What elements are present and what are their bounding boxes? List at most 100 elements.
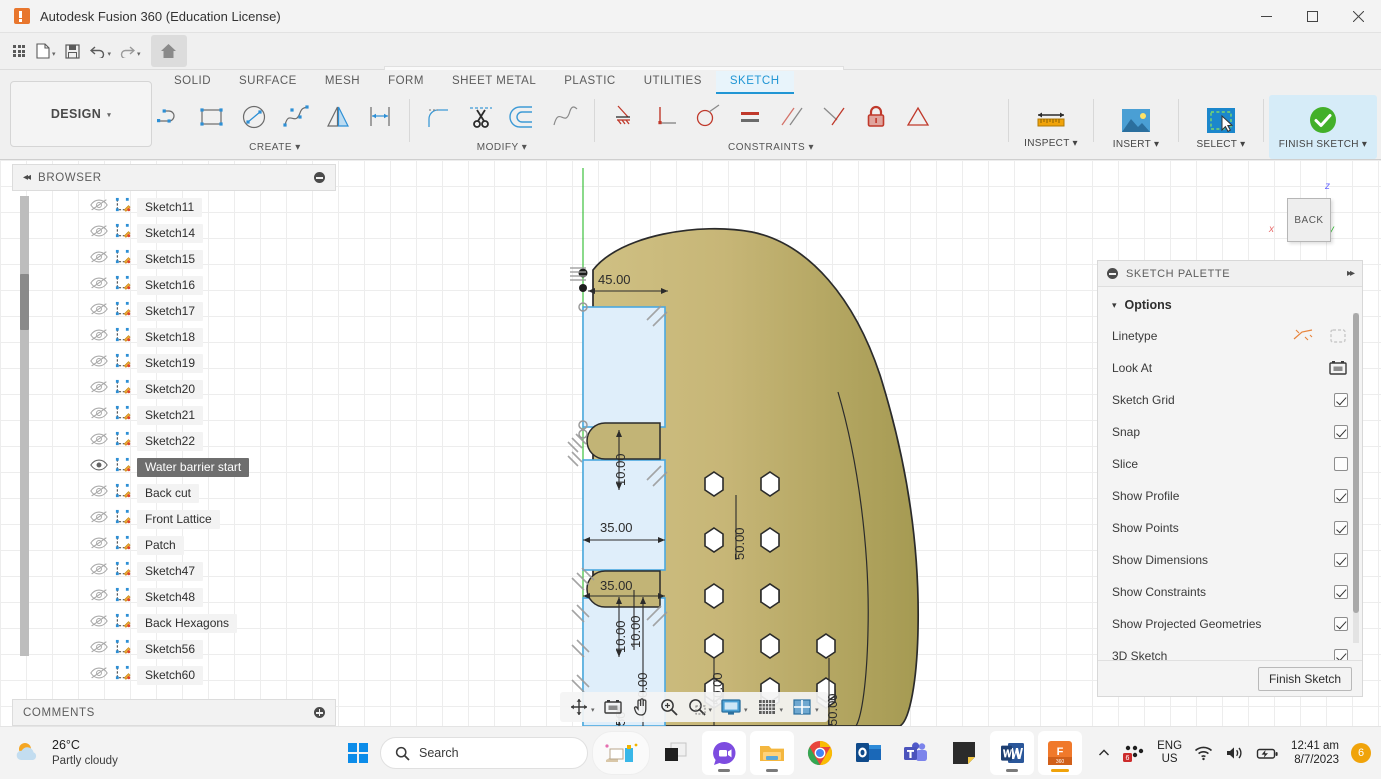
tab-sheet-metal[interactable]: SHEET METAL bbox=[438, 71, 550, 94]
redo-icon[interactable]: ▾ bbox=[115, 36, 145, 66]
visibility-off-icon[interactable] bbox=[90, 562, 108, 581]
sketch-palette-expand-icon[interactable]: ▸▸ bbox=[1347, 268, 1353, 279]
palette-row-look-at[interactable]: Look At bbox=[1098, 352, 1362, 384]
spline-tool-icon[interactable] bbox=[276, 96, 316, 138]
palette-row-control[interactable] bbox=[1292, 327, 1348, 345]
checkbox[interactable] bbox=[1334, 649, 1348, 660]
checkbox[interactable] bbox=[1334, 393, 1348, 407]
sketch-palette-header[interactable]: SKETCH PALETTE ▸▸ bbox=[1098, 261, 1362, 287]
palette-row-show-dimensions[interactable]: Show Dimensions bbox=[1098, 544, 1362, 576]
palette-row-slice[interactable]: Slice bbox=[1098, 448, 1362, 480]
wifi-icon[interactable] bbox=[1194, 745, 1213, 761]
new-document-caret[interactable]: ▾ bbox=[52, 50, 56, 58]
viewports-caret-icon[interactable]: ▾ bbox=[815, 706, 819, 714]
palette-row-show-constraints[interactable]: Show Constraints bbox=[1098, 576, 1362, 608]
browser-item-sketch20[interactable]: Sketch20 bbox=[90, 376, 336, 402]
workspace-switcher[interactable]: DESIGN ▾ bbox=[10, 81, 152, 147]
browser-item-sketch16[interactable]: Sketch16 bbox=[90, 272, 336, 298]
palette-row-linetype[interactable]: Linetype bbox=[1098, 320, 1362, 352]
browser-item-sketch15[interactable]: Sketch15 bbox=[90, 246, 336, 272]
visibility-off-icon[interactable] bbox=[90, 432, 108, 451]
visibility-off-icon[interactable] bbox=[90, 536, 108, 555]
browser-item-back-cut[interactable]: Back cut bbox=[90, 480, 336, 506]
new-document-icon[interactable]: ▾ bbox=[32, 36, 60, 66]
finish-sketch-button[interactable]: FINISH SKETCH ▾ bbox=[1269, 95, 1377, 159]
offset-tool-icon[interactable] bbox=[503, 96, 543, 138]
browser-item-sketch60[interactable]: Sketch60 bbox=[90, 662, 336, 688]
finish-sketch-palette-button[interactable]: Finish Sketch bbox=[1258, 667, 1352, 691]
browser-item-sketch19[interactable]: Sketch19 bbox=[90, 350, 336, 376]
checkbox[interactable] bbox=[1334, 553, 1348, 567]
browser-item-sketch14[interactable]: Sketch14 bbox=[90, 220, 336, 246]
equal-constraint-icon[interactable] bbox=[730, 96, 770, 138]
weather-widget[interactable]: 26°C Partly cloudy bbox=[14, 738, 118, 768]
zoom-icon[interactable] bbox=[656, 694, 682, 720]
select-button[interactable]: SELECT ▾ bbox=[1184, 95, 1258, 159]
curvature-tool-icon[interactable] bbox=[545, 96, 585, 138]
visibility-off-icon[interactable] bbox=[90, 354, 108, 373]
battery-charging-icon[interactable] bbox=[1256, 746, 1279, 761]
circle-tool-icon[interactable] bbox=[234, 96, 274, 138]
minimize-button[interactable] bbox=[1243, 0, 1289, 33]
visibility-off-icon[interactable] bbox=[90, 302, 108, 321]
orbit-icon[interactable]: ▾ bbox=[566, 694, 598, 720]
microsoft-teams-icon[interactable] bbox=[894, 731, 938, 775]
palette-row-control[interactable] bbox=[1334, 521, 1348, 535]
mirror-tool-icon[interactable] bbox=[318, 96, 358, 138]
orbit-caret-icon[interactable]: ▾ bbox=[591, 706, 595, 714]
file-explorer-icon[interactable] bbox=[750, 731, 794, 775]
browser-item-water-barrier-start[interactable]: Water barrier start bbox=[90, 454, 336, 480]
checkbox[interactable] bbox=[1334, 457, 1348, 471]
zoom-window-caret-icon[interactable]: ▾ bbox=[709, 706, 713, 714]
grid-snaps-caret-icon[interactable]: ▾ bbox=[780, 706, 784, 714]
app-grid-icon[interactable] bbox=[6, 36, 32, 66]
viewport-canvas[interactable]: 45.00 35.00 35.00 35.00 bbox=[0, 160, 1381, 726]
palette-row-control[interactable] bbox=[1334, 617, 1348, 631]
palette-row-3d-sketch[interactable]: 3D Sketch bbox=[1098, 640, 1362, 660]
grid-snaps-icon[interactable]: ▾ bbox=[753, 694, 787, 720]
tangent-constraint-icon[interactable] bbox=[688, 96, 728, 138]
tab-utilities[interactable]: UTILITIES bbox=[630, 71, 716, 94]
browser-item-sketch18[interactable]: Sketch18 bbox=[90, 324, 336, 350]
browser-header[interactable]: ◂◂ BROWSER bbox=[12, 164, 336, 191]
display-settings-caret-icon[interactable]: ▾ bbox=[744, 706, 748, 714]
zoom-window-icon[interactable]: ▾ bbox=[684, 694, 716, 720]
palette-row-control[interactable] bbox=[1334, 393, 1348, 407]
visibility-off-icon[interactable] bbox=[90, 484, 108, 503]
visibility-off-icon[interactable] bbox=[90, 328, 108, 347]
symmetry-constraint-icon[interactable] bbox=[898, 96, 938, 138]
palette-row-show-profile[interactable]: Show Profile bbox=[1098, 480, 1362, 512]
browser-item-sketch17[interactable]: Sketch17 bbox=[90, 298, 336, 324]
tab-mesh[interactable]: MESH bbox=[311, 71, 374, 94]
visibility-off-icon[interactable] bbox=[90, 640, 108, 659]
look-at-icon[interactable] bbox=[600, 694, 626, 720]
home-icon[interactable] bbox=[151, 35, 187, 67]
close-button[interactable] bbox=[1335, 0, 1381, 33]
fix-constraint-icon[interactable] bbox=[856, 96, 896, 138]
redo-caret[interactable]: ▾ bbox=[137, 50, 141, 58]
task-view-icon[interactable] bbox=[654, 731, 698, 775]
hidden-tray-icons[interactable]: 6 bbox=[1123, 743, 1145, 763]
fix-unfix-constraint-icon[interactable] bbox=[604, 96, 644, 138]
palette-row-snap[interactable]: Snap bbox=[1098, 416, 1362, 448]
notification-count-badge[interactable]: 6 bbox=[1351, 743, 1371, 763]
chat-icon[interactable] bbox=[702, 731, 746, 775]
browser-item-front-lattice[interactable]: Front Lattice bbox=[90, 506, 336, 532]
tab-sketch[interactable]: SKETCH bbox=[716, 71, 794, 94]
browser-minimize-icon[interactable] bbox=[314, 172, 325, 183]
checkbox[interactable] bbox=[1334, 489, 1348, 503]
perpendicular-constraint-icon[interactable] bbox=[646, 96, 686, 138]
pan-icon[interactable] bbox=[628, 694, 654, 720]
visibility-off-icon[interactable] bbox=[90, 380, 108, 399]
visibility-off-icon[interactable] bbox=[90, 250, 108, 269]
maximize-button[interactable] bbox=[1289, 0, 1335, 33]
browser-item-back-hexagons[interactable]: Back Hexagons bbox=[90, 610, 336, 636]
show-hidden-icons-chevron[interactable] bbox=[1097, 746, 1111, 760]
palette-row-control[interactable] bbox=[1334, 425, 1348, 439]
palette-row-show-points[interactable]: Show Points bbox=[1098, 512, 1362, 544]
comments-panel[interactable]: COMMENTS bbox=[12, 699, 336, 726]
volume-icon[interactable] bbox=[1225, 745, 1244, 761]
view-cube-face[interactable]: BACK bbox=[1287, 198, 1331, 242]
viewports-icon[interactable]: ▾ bbox=[788, 694, 822, 720]
palette-row-control[interactable] bbox=[1334, 585, 1348, 599]
